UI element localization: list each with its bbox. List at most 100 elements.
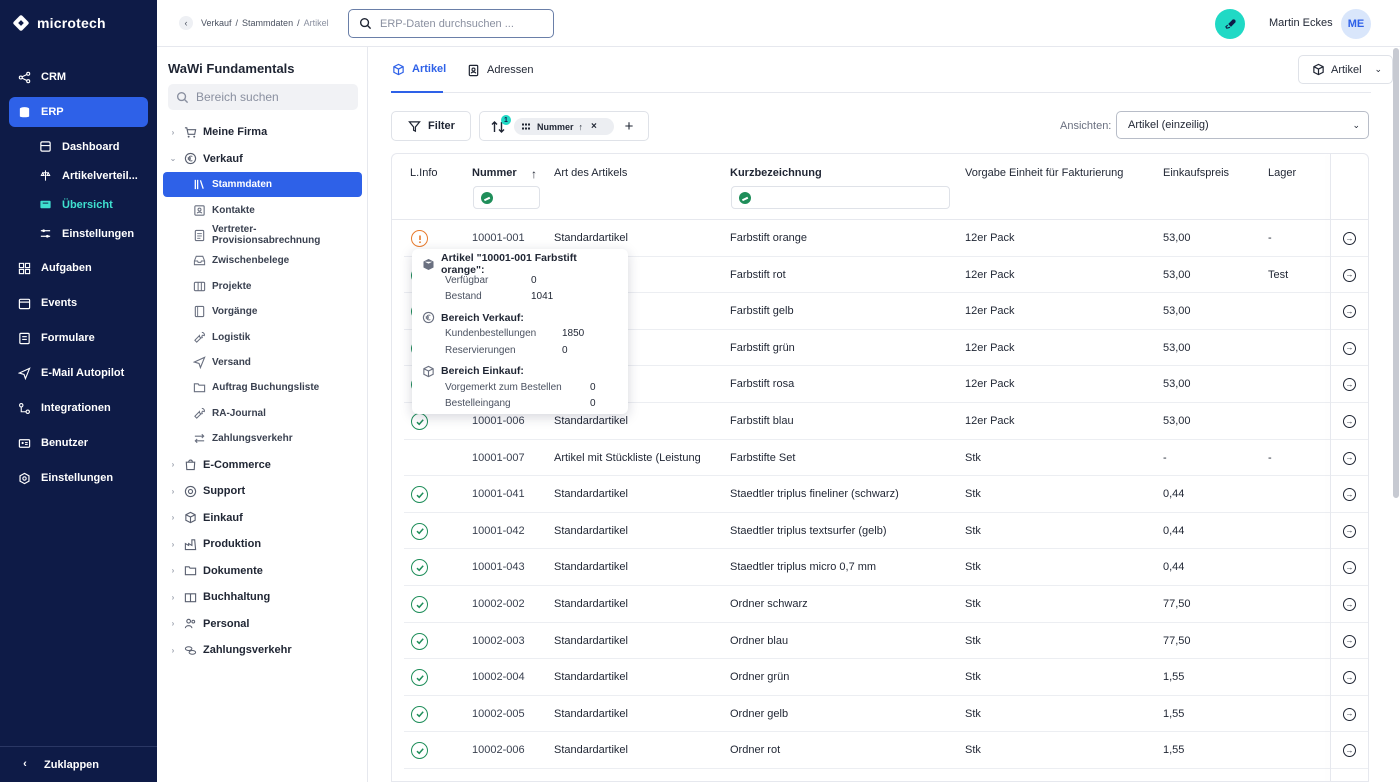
open-record-icon[interactable]: → — [1343, 232, 1356, 245]
check-status-icon[interactable] — [411, 596, 428, 613]
views-select[interactable]: Artikel (einzeilig) ⌄ — [1116, 111, 1369, 139]
open-record-icon[interactable]: → — [1343, 451, 1356, 465]
table-row[interactable]: 10001-041 Standardartikel Staedtler triplu… — [404, 476, 1368, 513]
table-row[interactable]: 10002-002 Standardartikel Ordner schwarz St… — [404, 586, 1368, 623]
tab-artikel[interactable]: Artikel — [391, 47, 446, 93]
user-name[interactable]: Martin Eckes — [1269, 17, 1333, 29]
tree-item-projekte[interactable]: Projekte — [163, 274, 362, 299]
filter-button[interactable]: Filter — [391, 111, 471, 141]
nav-item-aufgaben[interactable]: Aufgaben — [9, 253, 148, 283]
breadcrumb-item-verkauf[interactable]: Verkauf — [201, 18, 232, 28]
tree-item-vorg-nge[interactable]: Vorgänge — [163, 299, 362, 324]
column-header-linfo[interactable]: L.Info — [410, 167, 438, 179]
tree-group-e-commerce[interactable]: › E-Commerce — [157, 451, 368, 478]
table-row[interactable]: 10002-006 Standardartikel Ordner rot Stk 1,5… — [404, 732, 1368, 769]
nav-item-einstellungen[interactable]: Einstellungen — [9, 463, 148, 493]
column-header-nummer[interactable]: Nummer — [472, 167, 517, 179]
remove-sort-icon[interactable]: × — [591, 121, 597, 132]
warning-status-icon[interactable] — [411, 230, 428, 247]
tree-item-kontakte[interactable]: Kontakte — [163, 197, 362, 222]
tree-group-buchhaltung[interactable]: › Buchhaltung — [157, 584, 368, 611]
rocket-button[interactable] — [1215, 9, 1245, 39]
open-record-icon[interactable]: → — [1343, 561, 1356, 575]
erp-search-input[interactable]: ERP-Daten durchsuchen ... — [348, 9, 554, 38]
area-search-input[interactable]: Bereich suchen — [168, 84, 358, 110]
nav-item-e-mail-autopilot[interactable]: E-Mail Autopilot — [9, 358, 148, 388]
arrow-up-icon[interactable]: ↑ — [579, 122, 584, 132]
open-record-icon[interactable]: → — [1343, 341, 1356, 355]
nav-item-benutzer[interactable]: Benutzer — [9, 428, 148, 458]
table-row[interactable]: 10001-043 Standardartikel Staedtler triplu… — [404, 549, 1368, 586]
avatar[interactable]: ME — [1341, 9, 1371, 39]
open-record-icon[interactable]: → — [1343, 415, 1356, 428]
nav-item-events[interactable]: Events — [9, 288, 148, 318]
breadcrumb-item-stammdaten[interactable]: Stammdaten — [242, 18, 293, 28]
open-record-icon[interactable]: → — [1343, 634, 1356, 648]
tree-item-zwischenbelege[interactable]: Zwischenbelege — [163, 248, 362, 273]
add-sort-button[interactable]: + — [620, 117, 638, 135]
check-status-icon[interactable] — [411, 559, 428, 577]
tree-item-logistik[interactable]: Logistik — [163, 324, 362, 349]
tree-item-vertreter-provisionsabrechnung[interactable]: Vertreter-Provisionsabrechnung — [163, 223, 362, 248]
table-row[interactable]: 10002-003 Standardartikel Ordner blau Stk 77… — [404, 623, 1368, 660]
tree-item-stammdaten[interactable]: Stammdaten — [163, 172, 362, 198]
filter-mode-icon[interactable] — [739, 192, 751, 204]
check-status-icon[interactable] — [411, 669, 428, 687]
back-chevron-icon[interactable]: ‹ — [179, 16, 193, 30]
sort-asc-icon[interactable]: ↑ — [531, 167, 537, 181]
kurzbezeichnung-filter-input[interactable] — [731, 186, 950, 209]
nav-subitem-einstellungen[interactable]: Einstellungen — [0, 219, 157, 248]
open-record-icon[interactable]: → — [1343, 268, 1356, 282]
tree-group-verkauf[interactable]: ⌄ Verkauf — [157, 146, 368, 173]
nav-subitem-artikelverteil-[interactable]: Artikelverteil... — [0, 161, 157, 190]
table-row[interactable]: 10001-042 Standardartikel Staedtler triplu… — [404, 513, 1368, 550]
open-record-icon[interactable]: → — [1343, 744, 1356, 758]
nav-item-erp[interactable]: ERP — [9, 97, 148, 127]
check-status-icon[interactable] — [411, 522, 428, 540]
check-status-icon[interactable] — [411, 705, 428, 723]
open-record-icon[interactable]: → — [1343, 598, 1356, 611]
tree-group-zahlungsverkehr[interactable]: › Zahlungsverkehr — [157, 637, 368, 664]
nav-item-formulare[interactable]: Formulare — [9, 323, 148, 353]
tree-item-versand[interactable]: Versand — [163, 350, 362, 375]
open-record-icon[interactable]: → — [1343, 524, 1356, 538]
entity-type-dropdown[interactable]: Artikel ⌄ — [1298, 55, 1393, 84]
nav-item-crm[interactable]: CRM — [9, 62, 148, 92]
table-row[interactable]: 10002-005 Standardartikel Ordner gelb Stk 1,… — [404, 696, 1368, 733]
open-record-icon[interactable]: → — [1343, 378, 1356, 392]
page-scrollbar[interactable] — [1393, 48, 1399, 498]
filter-mode-icon[interactable] — [481, 192, 493, 204]
table-row[interactable]: 10001-007 Artikel mit Stückliste (Leistun… — [404, 440, 1368, 477]
tree-item-auftrag-buchungsliste[interactable]: Auftrag Buchungsliste — [163, 375, 362, 400]
sort-chip-nummer[interactable]: Nummer ↑ × — [514, 118, 614, 135]
table-row[interactable]: 10002-004 Standardartikel Ordner grün Stk 1,… — [404, 659, 1368, 696]
collapse-sidebar-button[interactable]: ‹ Zuklappen — [0, 746, 157, 782]
tree-item-zahlungsverkehr[interactable]: Zahlungsverkehr — [163, 426, 362, 451]
tree-group-personal[interactable]: › Personal — [157, 610, 368, 637]
nav-item-integrationen[interactable]: Integrationen — [9, 393, 148, 423]
open-record-icon[interactable]: → — [1343, 671, 1356, 685]
brand-logo[interactable]: microtech — [12, 13, 106, 33]
tree-item-ra-journal[interactable]: RA-Journal — [163, 401, 362, 426]
tab-adressen[interactable]: Adressen — [466, 47, 533, 93]
check-status-icon[interactable] — [411, 413, 428, 430]
tree-group-dokumente[interactable]: › Dokumente — [157, 557, 368, 584]
tree-group-einkauf[interactable]: › Einkauf — [157, 504, 368, 531]
open-record-icon[interactable]: → — [1343, 707, 1356, 721]
tree-group-support[interactable]: › Support — [157, 478, 368, 505]
check-status-icon[interactable] — [411, 486, 428, 504]
column-header-einkaufspreis[interactable]: Einkaufspreis — [1163, 167, 1229, 179]
tree-group-meine-firma[interactable]: › Meine Firma — [157, 119, 368, 146]
column-header-kurzbezeichnung[interactable]: Kurzbezeichnung — [730, 167, 822, 179]
check-status-icon[interactable] — [411, 632, 428, 650]
nummer-filter-input[interactable] — [473, 186, 540, 209]
column-header-einheit[interactable]: Vorgabe Einheit für Fakturierung — [965, 167, 1123, 179]
open-record-icon[interactable]: → — [1343, 488, 1356, 502]
tree-group-produktion[interactable]: › Produktion — [157, 531, 368, 558]
nav-subitem--bersicht[interactable]: Übersicht — [0, 190, 157, 219]
open-record-icon[interactable]: → — [1343, 305, 1356, 319]
column-header-lager[interactable]: Lager — [1268, 167, 1296, 179]
column-header-art[interactable]: Art des Artikels — [554, 167, 627, 179]
check-status-icon[interactable] — [411, 742, 428, 760]
nav-subitem-dashboard[interactable]: Dashboard — [0, 132, 157, 161]
